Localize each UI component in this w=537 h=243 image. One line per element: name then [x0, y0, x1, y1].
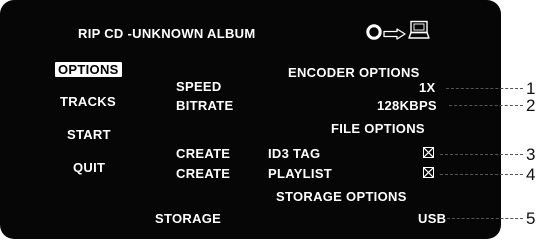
disc-icon	[366, 24, 382, 45]
checkbox-checked-icon	[424, 148, 433, 157]
rip-cd-screen: RIP CD -UNKNOWN ALBUM OPTIONS TRACKS STA…	[0, 0, 501, 239]
playlist-checkbox[interactable]	[423, 167, 434, 178]
playlist-create-label: CREATE	[176, 166, 231, 181]
bitrate-label: BITRATE	[176, 98, 234, 113]
bitrate-value[interactable]: 128KBPS	[377, 98, 437, 113]
callout-number-4: 4	[526, 165, 536, 184]
storage-options-heading: STORAGE OPTIONS	[276, 189, 407, 204]
checkbox-checked-icon	[424, 168, 433, 177]
menu-item-tracks[interactable]: TRACKS	[60, 94, 116, 109]
file-options-heading: FILE OPTIONS	[331, 121, 425, 136]
callout-number-5: 5	[526, 209, 536, 228]
callout-leader-5	[447, 218, 523, 219]
id3-tag-label: ID3 TAG	[268, 146, 321, 161]
storage-value[interactable]: USB	[418, 211, 446, 226]
storage-label: STORAGE	[155, 211, 222, 226]
menu-item-options[interactable]: OPTIONS	[55, 62, 122, 77]
callout-leader-1	[446, 88, 523, 89]
menu-item-quit[interactable]: QUIT	[73, 160, 105, 175]
callout-number-1: 1	[526, 79, 536, 98]
speed-label: SPEED	[176, 79, 222, 94]
menu-item-start[interactable]: START	[67, 127, 111, 142]
speed-value[interactable]: 1X	[419, 80, 436, 95]
callout-leader-4	[440, 174, 523, 175]
encoder-options-heading: ENCODER OPTIONS	[288, 65, 420, 80]
callout-number-3: 3	[526, 145, 536, 164]
id3-tag-checkbox[interactable]	[423, 147, 434, 158]
callout-leader-3	[440, 154, 523, 155]
playlist-label: PLAYLIST	[268, 166, 333, 181]
id3-create-label: CREATE	[176, 146, 231, 161]
device-icon	[408, 20, 430, 45]
callout-leader-2	[449, 105, 523, 106]
callout-number-2: 2	[526, 96, 536, 115]
arrow-right-icon	[383, 27, 407, 45]
screen-title: RIP CD -UNKNOWN ALBUM	[78, 26, 256, 41]
